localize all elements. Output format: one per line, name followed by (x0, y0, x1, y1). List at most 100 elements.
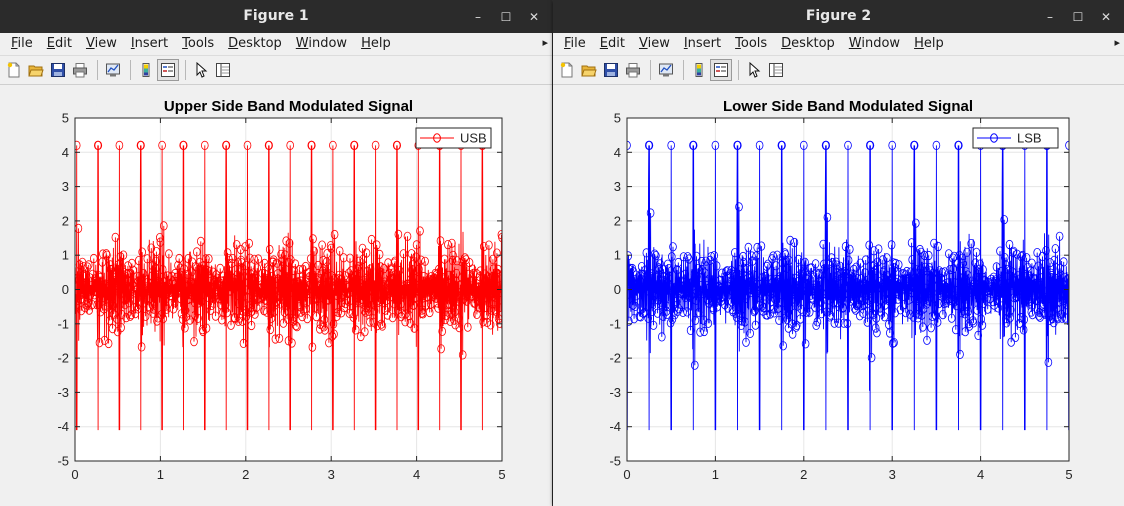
y-tick-label: 3 (62, 179, 69, 194)
y-tick-label: -5 (57, 454, 69, 469)
x-tick-label: 0 (623, 467, 630, 482)
y-tick-label: 2 (614, 213, 621, 228)
chart-svg: 0 1 2 3 4 5 -5 -4 -3 -2 -1 0 1 2 3 4 5 Lower Side Band Mo… (609, 98, 1072, 482)
maximize-button[interactable]: ☐ (1066, 8, 1090, 26)
y-tick-label: 4 (62, 145, 69, 160)
new-figure-icon[interactable] (4, 60, 24, 80)
colorbar-icon[interactable] (689, 60, 709, 80)
toolbar-separator (738, 60, 739, 80)
toolbar-separator (185, 60, 186, 80)
y-tick-label: 1 (614, 248, 621, 263)
menu-help[interactable]: Help (907, 33, 951, 55)
y-tick-label: -4 (57, 419, 69, 434)
title-bar[interactable]: Figure 1 – ☐ ✕ (0, 0, 552, 33)
y-tick-label: -3 (609, 385, 621, 400)
figure-canvas[interactable]: 0 1 2 3 4 5 -5 -4 -3 -2 -1 0 1 2 3 4 5 Upper Side Band Mo… (0, 85, 552, 506)
chart-title: Upper Side Band Modulated Signal (164, 98, 413, 115)
y-tick-label: -3 (57, 385, 69, 400)
menu-help[interactable]: Help (354, 33, 398, 55)
menu-bar: File Edit View Insert Tools Desktop Window Help… (553, 33, 1124, 56)
new-figure-icon[interactable] (557, 60, 577, 80)
y-tick-label: 4 (614, 145, 621, 160)
toolbar (0, 56, 552, 85)
menu-desktop[interactable]: Desktop (221, 33, 289, 55)
menu-tools[interactable]: Tools (728, 33, 774, 55)
close-button[interactable]: ✕ (1094, 8, 1118, 26)
legend-icon[interactable] (710, 59, 732, 81)
menu-window[interactable]: Window (289, 33, 354, 55)
colorbar-icon[interactable] (136, 60, 156, 80)
link-plot-icon[interactable] (656, 60, 676, 80)
y-tick-label: -5 (609, 454, 621, 469)
y-tick-label: -1 (609, 316, 621, 331)
print-icon[interactable] (623, 60, 643, 80)
menu-desktop[interactable]: Desktop (774, 33, 842, 55)
menu-window[interactable]: Window (842, 33, 907, 55)
property-editor-icon[interactable] (766, 60, 786, 80)
close-button[interactable]: ✕ (522, 8, 546, 26)
y-tick-label: 1 (62, 248, 69, 263)
x-tick-label: 5 (498, 467, 505, 482)
legend: LSB (972, 127, 1059, 149)
x-tick-label: 3 (328, 467, 335, 482)
y-tick-label: 5 (62, 111, 69, 126)
menu-file[interactable]: File (4, 33, 40, 55)
menu-insert[interactable]: Insert (124, 33, 175, 55)
maximize-button[interactable]: ☐ (494, 8, 518, 26)
legend-label: LSB (1017, 131, 1042, 146)
menu-overflow-icon[interactable]: ▸ (542, 36, 548, 49)
property-editor-icon[interactable] (213, 60, 233, 80)
save-icon[interactable] (48, 60, 68, 80)
y-tick-label: -4 (609, 419, 621, 434)
figure-canvas[interactable]: 0 1 2 3 4 5 -5 -4 -3 -2 -1 0 1 2 3 4 5 Lower Side Band Mo… (553, 85, 1124, 506)
print-icon[interactable] (70, 60, 90, 80)
pointer-icon[interactable] (744, 60, 764, 80)
x-tick-label: 4 (977, 467, 984, 482)
menu-view[interactable]: View (79, 33, 124, 55)
chart-title: Lower Side Band Modulated Signal (723, 98, 973, 115)
menu-overflow-icon[interactable]: ▸ (1114, 36, 1120, 49)
menu-file[interactable]: File (557, 33, 593, 55)
menu-tools[interactable]: Tools (175, 33, 221, 55)
y-tick-label: 0 (62, 282, 69, 297)
menu-edit[interactable]: Edit (593, 33, 632, 55)
link-plot-icon[interactable] (103, 60, 123, 80)
toolbar (553, 56, 1124, 85)
menu-view[interactable]: View (632, 33, 677, 55)
title-bar[interactable]: Figure 2 – ☐ ✕ (553, 0, 1124, 33)
x-tick-label: 1 (712, 467, 719, 482)
toolbar-separator (650, 60, 651, 80)
minimize-button[interactable]: – (466, 8, 490, 26)
legend-label: USB (460, 131, 487, 146)
open-file-icon[interactable] (26, 60, 46, 80)
figure-1-window: Figure 1 – ☐ ✕ File Edit View Insert Tools De… (0, 0, 552, 506)
pointer-icon[interactable] (191, 60, 211, 80)
y-tick-label: 0 (614, 282, 621, 297)
chart-svg: 0 1 2 3 4 5 -5 -4 -3 -2 -1 0 1 2 3 4 5 Upper Side Band Mo… (57, 98, 505, 482)
x-tick-label: 4 (413, 467, 420, 482)
menu-edit[interactable]: Edit (40, 33, 79, 55)
x-tick-label: 5 (1065, 467, 1072, 482)
menu-bar: File Edit View Insert Tools Desktop Window Help… (0, 33, 552, 56)
save-icon[interactable] (601, 60, 621, 80)
x-tick-label: 2 (800, 467, 807, 482)
legend-icon[interactable] (157, 59, 179, 81)
y-tick-label: 5 (614, 111, 621, 126)
x-tick-label: 1 (157, 467, 164, 482)
toolbar-separator (130, 60, 131, 80)
y-tick-label: 2 (62, 213, 69, 228)
x-tick-label: 3 (889, 467, 896, 482)
x-tick-label: 2 (242, 467, 249, 482)
x-tick-label: 0 (71, 467, 78, 482)
y-tick-label: -2 (57, 351, 69, 366)
y-tick-label: -2 (609, 351, 621, 366)
figure-2-window: Figure 2 – ☐ ✕ File Edit View Insert Tools De… (553, 0, 1124, 506)
toolbar-separator (683, 60, 684, 80)
y-tick-label: 3 (614, 179, 621, 194)
legend: USB (415, 127, 492, 149)
toolbar-separator (97, 60, 98, 80)
y-tick-label: -1 (57, 316, 69, 331)
menu-insert[interactable]: Insert (677, 33, 728, 55)
minimize-button[interactable]: – (1038, 8, 1062, 26)
open-file-icon[interactable] (579, 60, 599, 80)
